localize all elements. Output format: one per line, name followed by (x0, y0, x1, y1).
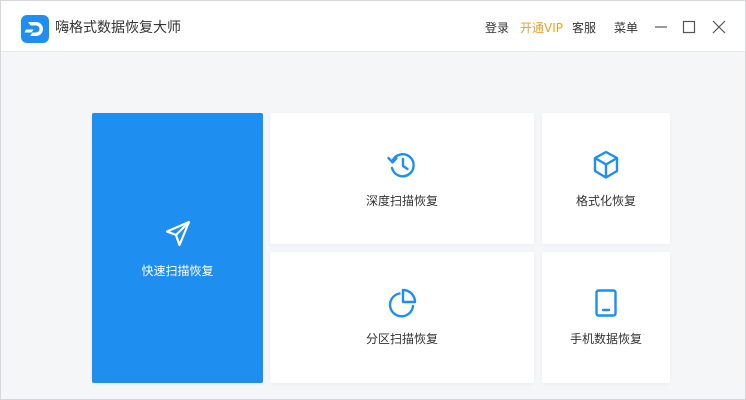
title-bar[interactable]: 嗨格式数据恢复大师 登录 开通VIP 客服 菜单 (1, 1, 745, 52)
maximize-icon (682, 20, 696, 34)
app-window: 嗨格式数据恢复大师 登录 开通VIP 客服 菜单 快速扫描恢复 深度扫描恢复 格… (0, 0, 746, 400)
maximize-button[interactable] (679, 17, 699, 37)
partition-scan-card[interactable]: 分区扫描恢复 (270, 252, 534, 383)
minimize-button[interactable] (651, 17, 671, 37)
app-title: 嗨格式数据恢复大师 (55, 20, 181, 36)
recovery-modes-panel: 快速扫描恢复 深度扫描恢复 格式化恢复 分区扫描恢复 手机数据恢复 (1, 52, 745, 399)
d-logo-icon (21, 15, 49, 43)
deep-scan-label: 深度扫描恢复 (365, 194, 438, 208)
close-icon (712, 20, 726, 34)
close-button[interactable] (709, 17, 729, 37)
vip-link[interactable]: 开通VIP (520, 19, 563, 36)
phone-recovery-label: 手机数据恢复 (569, 332, 642, 346)
menu-link[interactable]: 菜单 (614, 19, 638, 36)
phone-recovery-card[interactable]: 手机数据恢复 (542, 252, 670, 383)
navigation-arrow-icon (161, 217, 195, 251)
quick-scan-label: 快速扫描恢复 (141, 264, 214, 278)
partition-scan-label: 分区扫描恢复 (365, 332, 438, 346)
cube-icon (589, 148, 623, 182)
format-recovery-label: 格式化恢复 (575, 194, 636, 208)
login-link[interactable]: 登录 (485, 19, 509, 36)
deep-scan-card[interactable]: 深度扫描恢复 (270, 113, 534, 244)
tablet-icon (589, 286, 623, 320)
pie-chart-icon (385, 286, 419, 320)
quick-scan-card[interactable]: 快速扫描恢复 (92, 113, 263, 383)
history-icon (385, 148, 419, 182)
minimize-icon (655, 26, 667, 28)
customer-service-link[interactable]: 客服 (572, 19, 596, 36)
format-recovery-card[interactable]: 格式化恢复 (542, 113, 670, 244)
